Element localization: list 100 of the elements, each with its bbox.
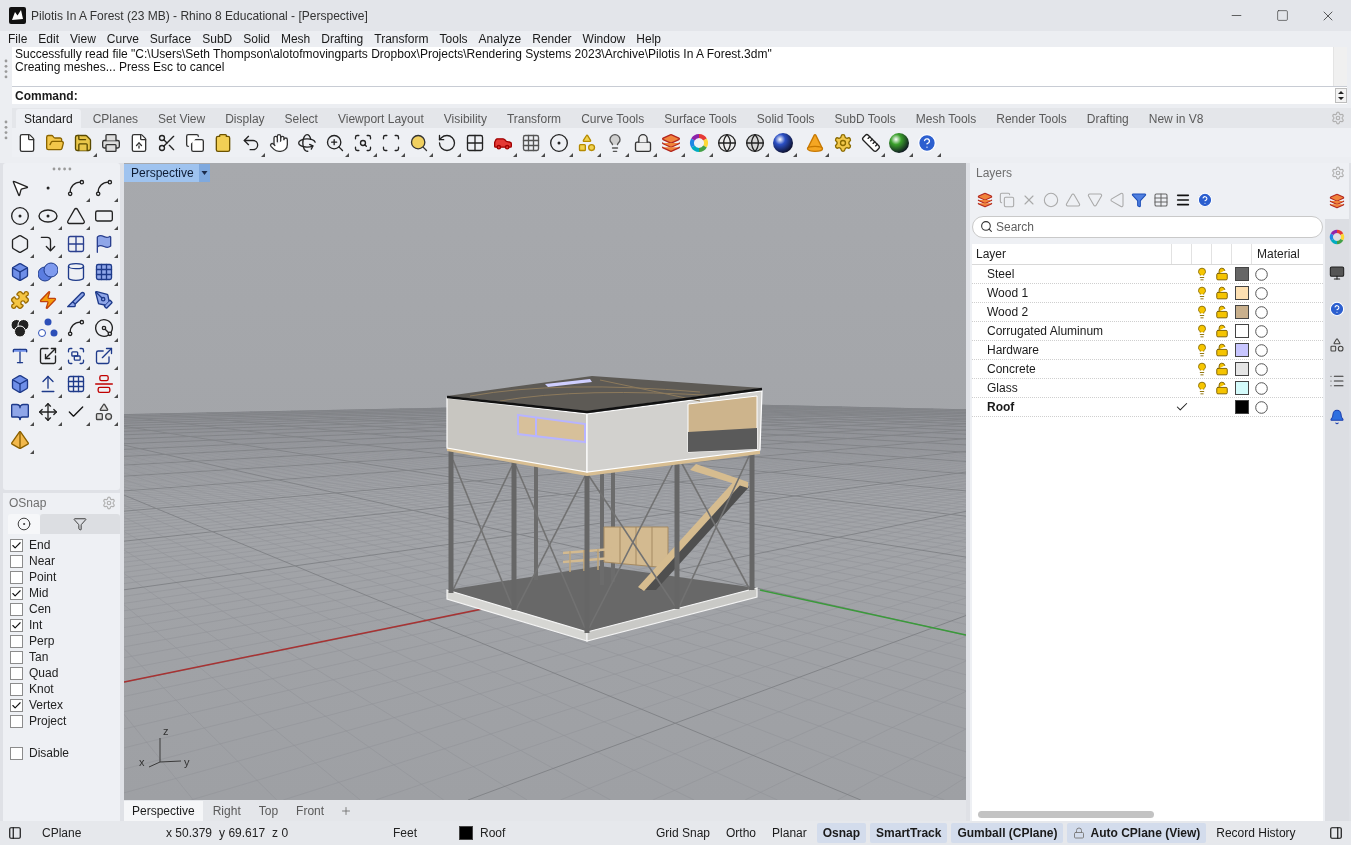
flyout-arrow-icon[interactable] — [457, 152, 461, 157]
rotate-icon[interactable] — [297, 132, 317, 153]
monitor-icon[interactable] — [1329, 265, 1345, 281]
flyout-arrow-icon[interactable] — [937, 152, 941, 157]
spinner-arrows-icon[interactable] — [1335, 88, 1347, 103]
list-icon[interactable] — [1329, 373, 1345, 389]
toolbar-tab[interactable]: Viewport Layout — [329, 109, 432, 128]
option-label[interactable]: Project — [29, 714, 67, 728]
filter-icon[interactable] — [73, 517, 87, 531]
help-icon[interactable] — [1329, 301, 1345, 317]
scrollbar[interactable] — [1333, 47, 1347, 86]
status-toggle[interactable]: Gumball (CPlane) — [951, 823, 1064, 843]
flyout-arrow-icon[interactable] — [597, 152, 601, 157]
flyout-arrow-icon[interactable] — [113, 338, 118, 342]
viewport-tab[interactable]: Perspective — [124, 164, 210, 182]
lock-icon[interactable] — [633, 132, 653, 153]
checkbox[interactable] — [10, 570, 23, 584]
bell-icon[interactable] — [1329, 409, 1345, 425]
checkbox[interactable] — [10, 714, 23, 728]
menu-item[interactable]: Mesh — [280, 31, 311, 47]
ruler-icon[interactable] — [861, 132, 881, 153]
current-layer-label[interactable]: Roof — [480, 826, 506, 840]
view-tab[interactable]: Top — [250, 800, 287, 821]
lightbulb-icon[interactable] — [1195, 286, 1209, 300]
flyout-arrow-icon[interactable] — [113, 422, 118, 426]
toolbar-tab[interactable]: Select — [276, 109, 326, 128]
menu-item[interactable]: Solid — [243, 31, 270, 47]
lightbulb-icon[interactable] — [1195, 305, 1209, 319]
sphere-icon[interactable] — [773, 132, 793, 153]
curve-icon[interactable] — [93, 178, 114, 198]
checkbox[interactable] — [10, 586, 23, 600]
material-circle-icon[interactable] — [1255, 362, 1268, 376]
status-toggle[interactable]: Planar — [766, 823, 813, 843]
layer-name[interactable]: Concrete — [987, 362, 1036, 376]
lightbulb-icon[interactable] — [1195, 267, 1209, 281]
grid-icon[interactable] — [521, 132, 541, 153]
toolbar-tab[interactable]: Visibility — [435, 109, 495, 128]
layers-icon[interactable] — [661, 132, 681, 153]
menu-item[interactable]: Window — [582, 31, 626, 47]
option-label[interactable]: Perp — [29, 634, 55, 648]
layer-name[interactable]: Roof — [987, 400, 1015, 414]
material-circle-icon[interactable] — [1255, 400, 1268, 414]
color-swatch[interactable] — [1235, 286, 1249, 300]
menu-item[interactable]: Analyze — [478, 31, 522, 47]
grip-icon[interactable] — [4, 59, 8, 79]
lightbulb-icon[interactable] — [1195, 381, 1209, 395]
flyout-arrow-icon[interactable] — [681, 152, 685, 157]
help-icon[interactable] — [917, 132, 937, 153]
color-wheel-icon[interactable] — [1329, 229, 1345, 245]
panel-toggle-icon[interactable] — [8, 826, 22, 840]
hand-icon[interactable] — [269, 132, 289, 153]
flyout-arrow-icon[interactable] — [113, 254, 118, 258]
copy-icon[interactable] — [185, 132, 205, 153]
option-label[interactable]: Vertex — [29, 698, 64, 712]
option-label[interactable]: Cen — [29, 602, 51, 616]
toolbar-tab[interactable]: New in V8 — [1140, 109, 1212, 128]
flyout-arrow-icon[interactable] — [113, 198, 118, 202]
view-tab[interactable]: Right — [204, 800, 249, 821]
menu-item[interactable]: Edit — [38, 31, 60, 47]
search-field[interactable]: Search — [972, 216, 1323, 238]
option-label[interactable]: Point — [29, 570, 57, 584]
flyout-arrow-icon[interactable] — [881, 152, 885, 157]
lightbulb-icon[interactable] — [1195, 362, 1209, 376]
flyout-arrow-icon[interactable] — [57, 282, 62, 286]
flyout-arrow-icon[interactable] — [29, 282, 34, 286]
layer-name[interactable]: Wood 2 — [987, 305, 1029, 319]
cplane-label[interactable]: CPlane — [42, 826, 82, 840]
grip-icon[interactable] — [51, 166, 72, 171]
circle-dot-icon[interactable] — [17, 517, 31, 531]
printer-icon[interactable] — [101, 132, 121, 153]
triangle-icon[interactable] — [65, 206, 86, 226]
toolbar-tab[interactable]: Surface Tools — [656, 109, 745, 128]
checkbox[interactable] — [10, 538, 23, 552]
flyout-arrow-icon[interactable] — [709, 152, 713, 157]
view-tab[interactable]: Front — [288, 800, 333, 821]
flyout-arrow-icon[interactable] — [825, 152, 829, 157]
save-icon[interactable] — [73, 132, 93, 153]
rotate-left-icon[interactable] — [437, 132, 457, 153]
toolbar-tab[interactable]: Curve Tools — [573, 109, 653, 128]
menu-item[interactable]: Tools — [439, 31, 468, 47]
flyout-arrow-icon[interactable] — [113, 310, 118, 314]
circle-icon[interactable] — [9, 206, 30, 226]
toolbar-tab[interactable]: Set View — [150, 109, 214, 128]
grid-icon[interactable] — [65, 374, 86, 394]
ellipse-icon[interactable] — [37, 206, 58, 226]
flyout-arrow-icon[interactable] — [93, 152, 97, 157]
toolbar-tab[interactable]: SubD Tools — [826, 109, 904, 128]
flyout-arrow-icon[interactable] — [569, 152, 573, 157]
layer-name[interactable]: Glass — [987, 381, 1018, 395]
toolbar-tab[interactable]: Solid Tools — [748, 109, 823, 128]
arrow-box-icon[interactable] — [93, 346, 114, 366]
osnap-tab[interactable] — [8, 514, 40, 534]
sphere-icon[interactable] — [889, 132, 909, 153]
column-header[interactable]: Layer — [976, 247, 1007, 261]
flyout-arrow-icon[interactable] — [625, 152, 629, 157]
align-icon[interactable] — [93, 374, 114, 394]
flyout-arrow-icon[interactable] — [513, 152, 517, 157]
column-header[interactable]: Material — [1257, 247, 1300, 261]
flyout-arrow-icon[interactable] — [113, 226, 118, 230]
scan-icon[interactable] — [381, 132, 401, 153]
